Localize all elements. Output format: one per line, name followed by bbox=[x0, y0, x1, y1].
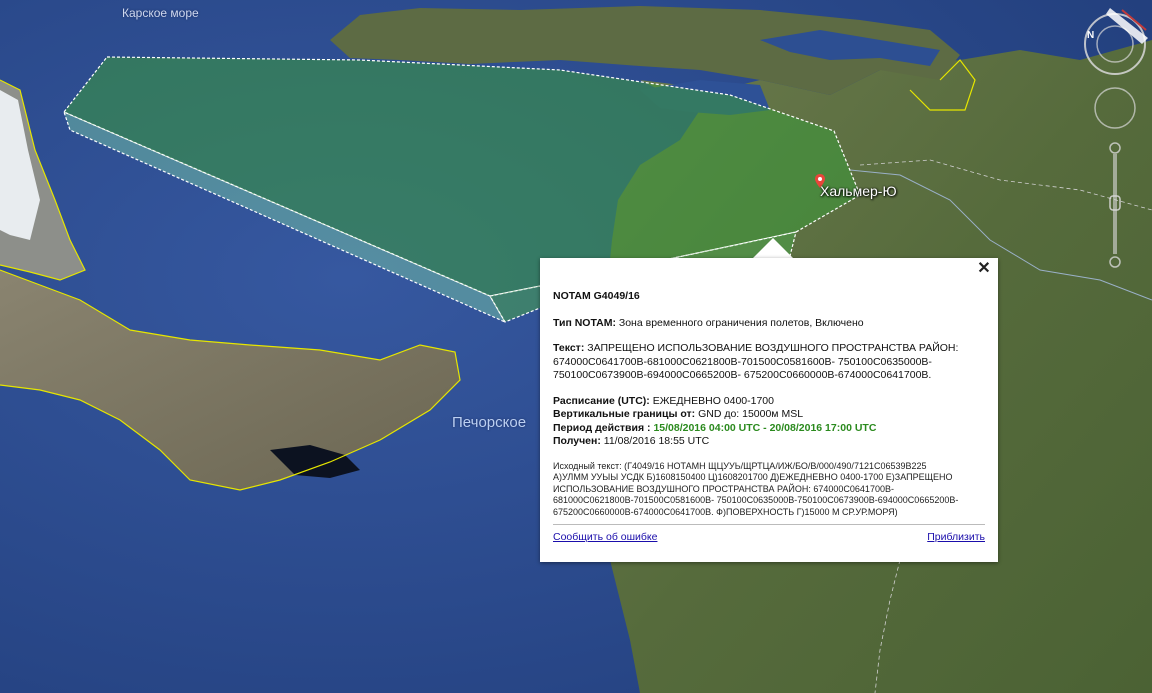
notam-period-label: Период действия : bbox=[553, 421, 651, 434]
notam-text-row: Текст: ЗАПРЕЩЕНО ИСПОЛЬЗОВАНИЕ ВОЗДУШНОГ… bbox=[553, 342, 985, 383]
notam-source-text: Исходный текст: (Г4049/16 НОТАМН ЩЦУУЬ/Щ… bbox=[553, 461, 985, 519]
zoom-in-link[interactable]: Приблизить bbox=[927, 531, 985, 545]
navigation-controls[interactable]: N bbox=[1082, 8, 1148, 278]
notam-type-row: Тип NOTAM: Зона временного ограничения п… bbox=[553, 317, 985, 331]
source-line-2: А)УЛММ УУЫЫ УСДК Б)1608150400 Ц)16082017… bbox=[553, 472, 953, 482]
svg-text:N: N bbox=[1087, 30, 1094, 41]
popup-divider bbox=[553, 524, 985, 525]
notam-text-line3: 750100С0673900В-694000С0665200В- 675200С… bbox=[553, 369, 932, 381]
map-viewport[interactable]: Карское море Печорское Хальмер-Ю N ✕ NOT… bbox=[0, 0, 1152, 693]
report-error-link[interactable]: Сообщить об ошибке bbox=[553, 531, 657, 545]
notam-period-value: 15/08/2016 04:00 UTC - 20/08/2016 17:00 … bbox=[653, 421, 877, 434]
source-line-1: Исходный текст: (Г4049/16 НОТАМН ЩЦУУЬ/Щ… bbox=[553, 460, 927, 471]
notam-limits-label: Вертикальные границы от: bbox=[553, 408, 696, 420]
notam-limits-row: Вертикальные границы от: GND до: 15000м … bbox=[553, 408, 985, 422]
notam-schedule-label: Расписание (UTC): bbox=[553, 394, 650, 407]
notam-received-row: Получен: 11/08/2016 18:55 UTC bbox=[553, 435, 985, 449]
close-icon[interactable]: ✕ bbox=[976, 261, 992, 277]
source-line-5: 675200С0660000В-674000С0641700В. Ф)ПОВЕР… bbox=[553, 506, 898, 517]
notam-schedule-row: Расписание (UTC): ЕЖЕДНЕВНО 0400-1700 bbox=[553, 395, 985, 409]
notam-period-row: Период действия : 15/08/2016 04:00 UTC -… bbox=[553, 422, 985, 436]
pechora-sea-label: Печорское bbox=[452, 414, 527, 431]
notam-schedule-value: ЕЖЕДНЕВНО 0400-1700 bbox=[652, 394, 774, 407]
notam-popup: ✕ NOTAM G4049/16 Тип NOTAM: Зона временн… bbox=[540, 258, 998, 562]
compass-icon[interactable]: N bbox=[1084, 8, 1148, 75]
notam-received-label: Получен: bbox=[553, 435, 601, 447]
source-line-4: 681000С0621800В-701500С0581600В- 750100С… bbox=[553, 495, 959, 505]
kara-sea-label: Карское море bbox=[122, 6, 199, 20]
source-line-3: ИСПОЛЬЗОВАНИЕ ВОЗДУШНОГО ПРОСТРАНСТВА РА… bbox=[553, 483, 894, 494]
notam-text-line2: 674000С0641700В-681000С0621800В-701500С0… bbox=[553, 355, 932, 368]
notam-type-label: Тип NOTAM: bbox=[553, 316, 616, 329]
place-label[interactable]: Хальмер-Ю bbox=[820, 183, 897, 199]
popup-tail bbox=[753, 238, 793, 258]
notam-title: NOTAM G4049/16 bbox=[553, 290, 640, 302]
notam-type-value: Зона временного ограничения полетов, Вкл… bbox=[618, 316, 864, 329]
notam-received-value: 11/08/2016 18:55 UTC bbox=[603, 435, 710, 447]
notam-limits-value: GND до: 15000м MSL bbox=[698, 408, 804, 420]
notam-text-line1: ЗАПРЕЩЕНО ИСПОЛЬЗОВАНИЕ ВОЗДУШНОГО ПРОСТ… bbox=[587, 342, 959, 354]
popup-links: Сообщить об ошибке Приблизить bbox=[553, 531, 985, 545]
zoom-slider-icon[interactable] bbox=[1109, 142, 1121, 268]
notam-text-label: Текст: bbox=[553, 342, 585, 354]
look-joystick-icon[interactable] bbox=[1094, 87, 1136, 129]
